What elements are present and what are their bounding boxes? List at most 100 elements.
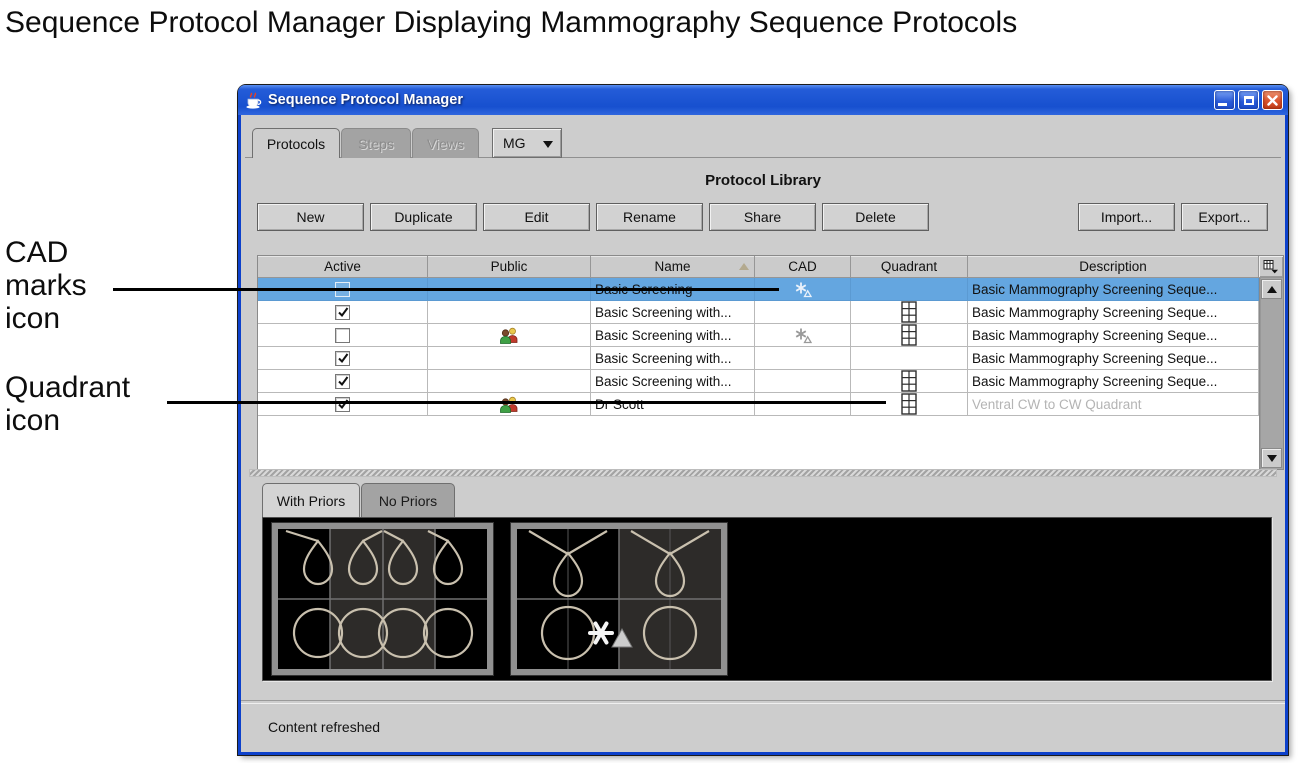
active-cell — [258, 301, 428, 324]
quadrant-annotation-callout-line — [167, 401, 886, 404]
duplicate-button[interactable]: Duplicate — [370, 203, 477, 231]
column-chooser-button[interactable] — [1259, 256, 1283, 278]
quadrant-icon — [901, 324, 917, 346]
public-cell — [428, 324, 591, 347]
table-row[interactable]: Basic Screening with... Basic Mammography… — [258, 370, 1259, 393]
column-header-active[interactable]: Active — [258, 256, 428, 278]
column-header-public[interactable]: Public — [428, 256, 591, 278]
status-bar-separator — [241, 700, 1285, 704]
active-cell — [258, 393, 428, 416]
figure-caption: Sequence Protocol Manager Displaying Mam… — [5, 6, 1017, 40]
sequence-protocol-manager-window: Sequence Protocol Manager Protocols Step… — [238, 85, 1288, 755]
active-checkbox[interactable] — [335, 374, 350, 389]
tab-with-priors[interactable]: With Priors — [262, 483, 360, 517]
splitter-handle[interactable] — [249, 469, 1277, 477]
mammo-thumbnail-with-cad-quadrant[interactable] — [511, 523, 727, 675]
active-checkbox[interactable] — [335, 397, 350, 412]
column-header-quadrant[interactable]: Quadrant — [851, 256, 968, 278]
tab-protocols[interactable]: Protocols — [252, 128, 340, 158]
quadrant-cell — [851, 278, 968, 301]
sequence-preview-canvas — [262, 517, 1272, 681]
rename-button[interactable]: Rename — [596, 203, 703, 231]
chevron-down-icon — [543, 141, 553, 153]
checkmark-icon — [337, 352, 349, 364]
window-titlebar[interactable]: Sequence Protocol Manager — [238, 85, 1288, 115]
public-users-icon — [499, 327, 519, 344]
quadrant-icon — [901, 393, 917, 415]
cad-cell — [755, 324, 851, 347]
delete-button[interactable]: Delete — [822, 203, 929, 231]
table-header-row: Active Public Name CAD Quadrant Descript… — [258, 256, 1283, 278]
minimize-button[interactable] — [1214, 90, 1235, 110]
tab-no-priors[interactable]: No Priors — [361, 483, 455, 517]
share-button[interactable]: Share — [709, 203, 816, 231]
column-header-name[interactable]: Name — [591, 256, 755, 278]
name-cell: Dr Scott — [591, 393, 755, 416]
quadrant-icon — [901, 370, 917, 392]
modality-value: MG — [503, 135, 526, 151]
edit-button[interactable]: Edit — [483, 203, 590, 231]
window-content: Protocols Steps Views MG Protocol Librar… — [241, 115, 1285, 752]
cad-cell — [755, 347, 851, 370]
public-cell — [428, 301, 591, 324]
new-button[interactable]: New — [257, 203, 364, 231]
checkmark-icon — [337, 306, 349, 318]
public-cell — [428, 347, 591, 370]
vertical-scrollbar[interactable] — [1259, 278, 1283, 469]
status-message: Content refreshed — [268, 719, 380, 735]
export-button[interactable]: Export... — [1181, 203, 1268, 231]
modality-dropdown[interactable]: MG — [492, 128, 562, 158]
cad-marks-icon — [794, 327, 812, 344]
name-cell: Basic Screening with... — [591, 301, 755, 324]
scroll-down-button[interactable] — [1261, 448, 1282, 468]
cad-annotation-callout-line — [113, 288, 779, 291]
library-action-buttons: New Duplicate Edit Rename Share Delete — [257, 203, 929, 231]
cad-marks-icon — [794, 281, 812, 298]
scroll-up-icon — [1267, 286, 1277, 293]
public-users-icon — [499, 396, 519, 413]
public-cell — [428, 393, 591, 416]
description-cell: Ventral CW to CW Quadrant — [968, 393, 1259, 416]
protocol-table-body: Basic ScreeningBasic Mammography Screeni… — [258, 278, 1259, 469]
maximize-icon — [1244, 96, 1254, 105]
active-checkbox[interactable] — [335, 328, 350, 343]
description-cell: Basic Mammography Screening Seque... — [968, 278, 1259, 301]
scroll-down-icon — [1267, 455, 1277, 462]
window-title: Sequence Protocol Manager — [268, 92, 1211, 108]
tab-steps: Steps — [341, 128, 411, 158]
public-cell — [428, 370, 591, 393]
tab-views: Views — [412, 128, 479, 158]
active-cell — [258, 347, 428, 370]
quadrant-annotation-label: Quadrant icon — [5, 371, 160, 437]
import-button[interactable]: Import... — [1078, 203, 1175, 231]
name-cell: Basic Screening with... — [591, 347, 755, 370]
column-chooser-icon — [1263, 259, 1279, 274]
close-button[interactable] — [1262, 90, 1283, 110]
sort-ascending-icon — [739, 263, 749, 270]
library-io-buttons: Import... Export... — [1078, 203, 1268, 231]
active-checkbox[interactable] — [335, 351, 350, 366]
table-row[interactable]: Basic Screening with...Basic Mammography… — [258, 324, 1259, 347]
protocol-library-title: Protocol Library — [241, 172, 1285, 189]
cad-cell — [755, 393, 851, 416]
active-cell — [258, 324, 428, 347]
checkmark-icon — [337, 398, 349, 410]
maximize-button[interactable] — [1238, 90, 1259, 110]
mammo-thumbnail-four-view[interactable] — [272, 523, 493, 675]
scroll-up-button[interactable] — [1261, 279, 1282, 299]
active-checkbox[interactable] — [335, 305, 350, 320]
name-cell: Basic Screening with... — [591, 370, 755, 393]
checkmark-icon — [337, 375, 349, 387]
description-cell: Basic Mammography Screening Seque... — [968, 347, 1259, 370]
table-row[interactable]: Basic Screening with... Basic Mammography… — [258, 301, 1259, 324]
column-header-cad[interactable]: CAD — [755, 256, 851, 278]
description-cell: Basic Mammography Screening Seque... — [968, 301, 1259, 324]
description-cell: Basic Mammography Screening Seque... — [968, 370, 1259, 393]
cad-marks-annotation-label: CAD marks icon — [5, 236, 125, 335]
cad-cell — [755, 301, 851, 324]
column-header-description[interactable]: Description — [968, 256, 1259, 278]
table-row[interactable]: Dr Scott Ventral CW to CW Quadrant — [258, 393, 1259, 416]
table-row[interactable]: Basic Screening with... Basic Mammography… — [258, 347, 1259, 370]
minimize-icon — [1218, 103, 1227, 106]
quadrant-cell — [851, 324, 968, 347]
